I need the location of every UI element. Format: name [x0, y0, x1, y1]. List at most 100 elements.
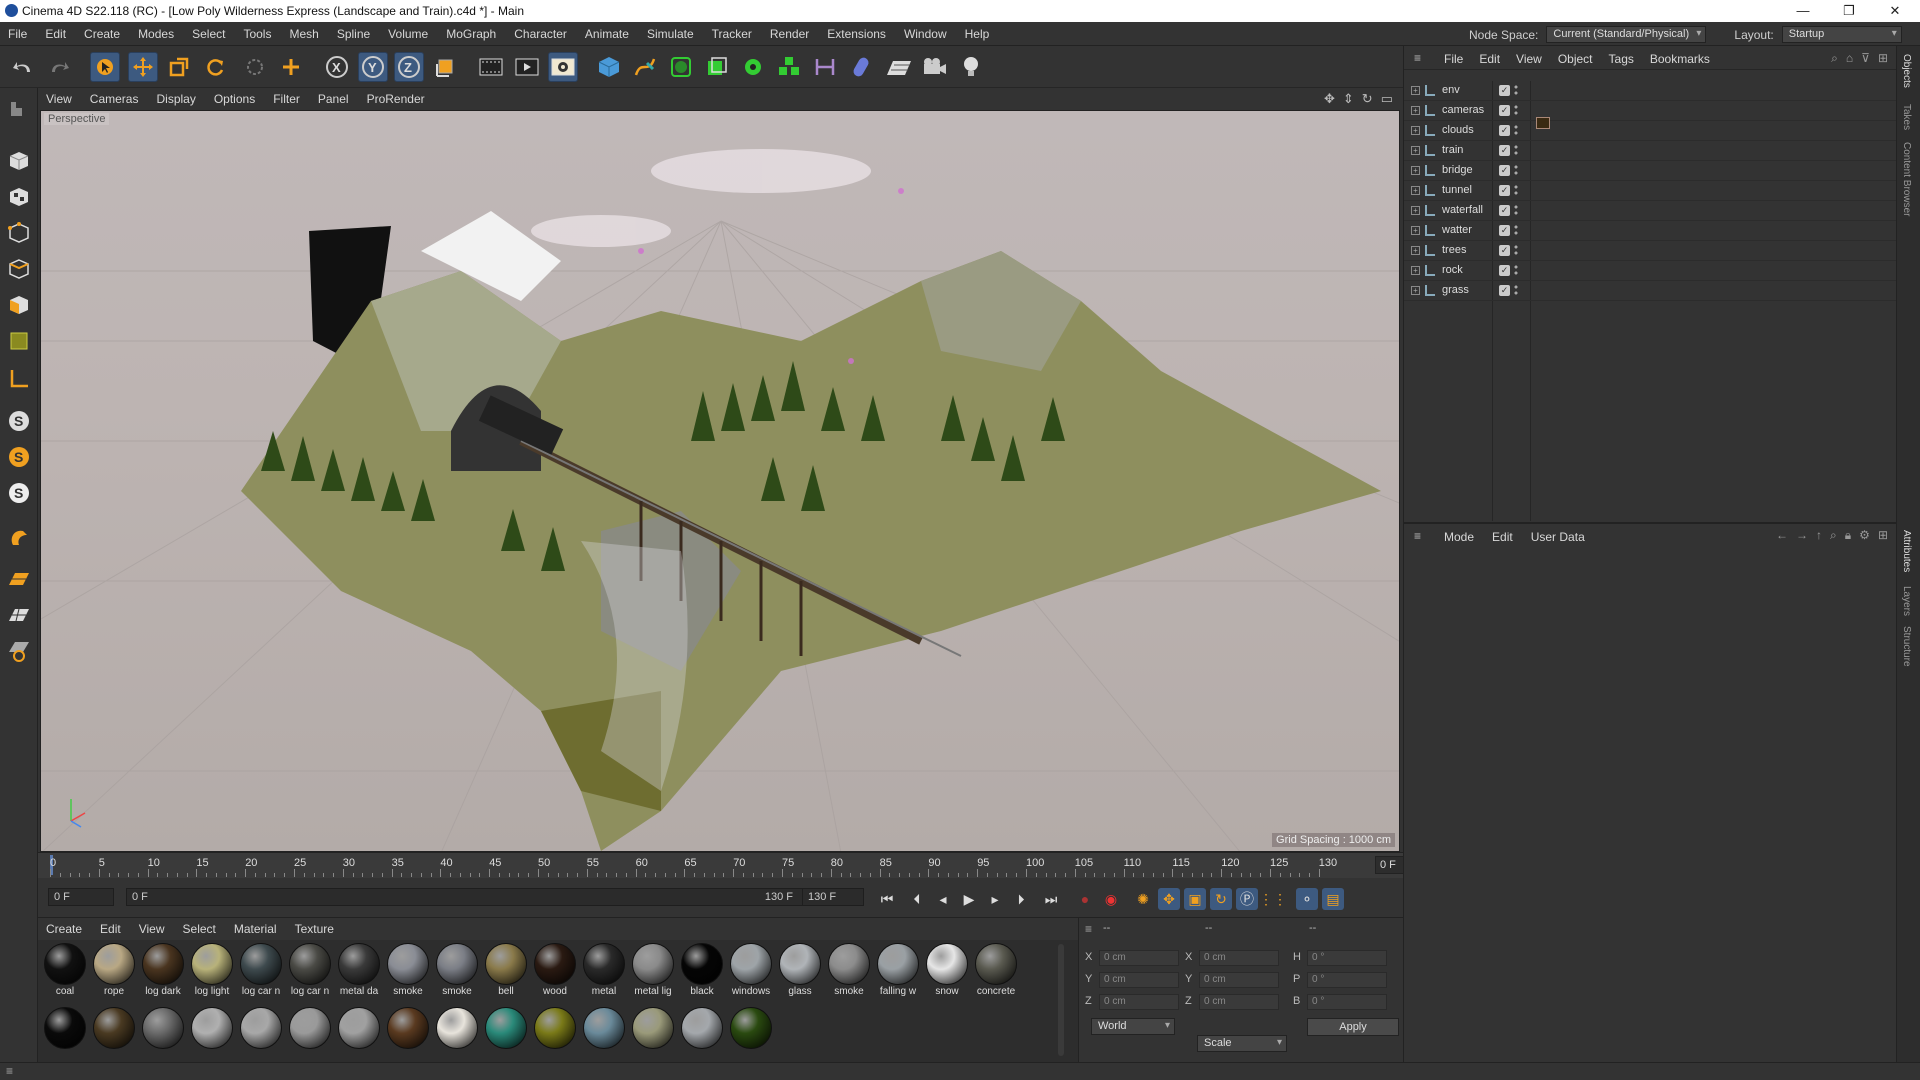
new-window-icon[interactable]: ⊞ [1878, 528, 1888, 543]
object-row-cameras[interactable]: + cameras ✓ [1404, 101, 1897, 121]
material-swatch[interactable] [287, 1006, 333, 1062]
uv-mode-icon[interactable] [4, 326, 34, 356]
next-frame-icon[interactable]: ▸ [984, 888, 1006, 910]
viewport-menu-item-1[interactable]: Cameras [90, 92, 139, 106]
visibility-checkbox[interactable]: ✓ [1499, 185, 1510, 196]
coord-value-field[interactable]: 0 ° [1307, 994, 1387, 1010]
go-to-end-icon[interactable]: ⏭ [1040, 888, 1062, 910]
material-swatch[interactable]: coal [42, 942, 88, 998]
tab-takes[interactable]: Takes [1901, 104, 1912, 130]
object-menu-item-1[interactable]: Edit [1479, 52, 1500, 66]
visibility-checkbox[interactable]: ✓ [1499, 225, 1510, 236]
keyframe-selection-icon[interactable]: ✺ [1132, 888, 1154, 910]
live-selection-icon[interactable] [240, 52, 270, 82]
light-bulb-icon[interactable] [956, 52, 986, 82]
dolly-icon[interactable]: ⇕ [1343, 91, 1354, 107]
viewport-menu-item-6[interactable]: ProRender [367, 92, 425, 106]
object-row-clouds[interactable]: + clouds ✓ [1404, 121, 1897, 141]
extrude-generator-icon[interactable] [702, 52, 732, 82]
visibility-checkbox[interactable]: ✓ [1499, 145, 1510, 156]
expand-icon[interactable]: + [1411, 106, 1420, 115]
material-swatch[interactable] [532, 1006, 578, 1062]
material-menu-item-2[interactable]: View [139, 922, 165, 936]
attribute-menu-item-0[interactable]: Mode [1444, 530, 1474, 544]
play-icon[interactable]: ▶ [958, 888, 980, 910]
coordinate-space-dropdown[interactable]: World [1091, 1018, 1175, 1035]
timeline-ruler[interactable]: 0 5 10 15 20 25 30 35 40 45 50 55 60 65 70 75 80 85 90 95 10… [38, 852, 1435, 878]
material-menu-item-0[interactable]: Create [46, 922, 82, 936]
material-swatch[interactable] [728, 1006, 774, 1062]
cloner-icon[interactable] [738, 52, 768, 82]
cube-object-icon[interactable] [594, 52, 624, 82]
menu-item-7[interactable]: Spline [337, 27, 370, 41]
expand-icon[interactable]: + [1411, 186, 1420, 195]
autokey-icon[interactable]: ◉ [1100, 888, 1122, 910]
locked-workplane-icon[interactable] [4, 522, 34, 552]
go-to-start-icon[interactable]: ⏮ [876, 888, 898, 910]
material-swatch[interactable] [238, 1006, 284, 1062]
menu-item-10[interactable]: Character [514, 27, 567, 41]
menu-item-0[interactable]: File [8, 27, 27, 41]
frame-range-slider[interactable]: 0 F 130 F [126, 888, 806, 906]
visibility-dots-icon[interactable] [1514, 284, 1518, 297]
x-axis-lock-icon[interactable]: X [322, 52, 352, 82]
settings-icon[interactable]: ⚙ [1859, 528, 1870, 543]
menu-item-9[interactable]: MoGraph [446, 27, 496, 41]
record-icon[interactable]: ● [1074, 888, 1096, 910]
workplane-rotate-icon[interactable] [4, 636, 34, 666]
visibility-checkbox[interactable]: ✓ [1499, 205, 1510, 216]
previous-frame-icon[interactable]: ◂ [932, 888, 954, 910]
material-swatch[interactable] [336, 1006, 382, 1062]
grid-workplane-icon[interactable] [4, 600, 34, 630]
render-region-icon[interactable] [476, 52, 506, 82]
select-arrow-icon[interactable] [90, 52, 120, 82]
layout-dropdown[interactable]: Startup [1781, 26, 1902, 43]
redo-icon[interactable] [44, 52, 74, 82]
object-menu-item-3[interactable]: Object [1558, 52, 1593, 66]
menu-item-12[interactable]: Simulate [647, 27, 694, 41]
key-pla-icon[interactable]: ⋮⋮ [1259, 888, 1287, 910]
object-row-tunnel[interactable]: + tunnel ✓ [1404, 181, 1897, 201]
material-swatch[interactable]: log dark [140, 942, 186, 998]
viewport-menu-item-0[interactable]: View [46, 92, 72, 106]
back-arrow-icon[interactable]: ← [1776, 528, 1788, 543]
menu-item-6[interactable]: Mesh [289, 27, 318, 41]
visibility-dots-icon[interactable] [1514, 224, 1518, 237]
coordinate-system-icon[interactable] [430, 52, 460, 82]
material-swatch[interactable] [42, 1006, 88, 1062]
object-row-trees[interactable]: + trees ✓ [1404, 241, 1897, 261]
tab-objects[interactable]: Objects [1901, 54, 1912, 88]
material-swatch[interactable] [385, 1006, 431, 1062]
axis-mode-icon[interactable] [4, 364, 34, 394]
apply-button[interactable]: Apply [1307, 1018, 1399, 1036]
material-swatch[interactable]: log light [189, 942, 235, 998]
filter-icon[interactable]: ⊽ [1861, 51, 1870, 66]
expand-icon[interactable]: + [1411, 146, 1420, 155]
key-scale-icon[interactable]: ▣ [1184, 888, 1206, 910]
z-axis-lock-icon[interactable]: Z [394, 52, 424, 82]
object-row-grass[interactable]: + grass ✓ [1404, 281, 1897, 301]
visibility-dots-icon[interactable] [1514, 184, 1518, 197]
menu-item-1[interactable]: Edit [45, 27, 66, 41]
interpolation-icon[interactable]: ⚬ [1296, 888, 1318, 910]
render-view-icon[interactable] [512, 52, 542, 82]
expand-icon[interactable]: + [1411, 246, 1420, 255]
visibility-dots-icon[interactable] [1514, 244, 1518, 257]
camera-icon[interactable] [920, 52, 950, 82]
visibility-checkbox[interactable]: ✓ [1499, 85, 1510, 96]
polygons-mode-icon[interactable] [4, 290, 34, 320]
menu-item-13[interactable]: Tracker [712, 27, 752, 41]
material-swatch[interactable] [91, 1006, 137, 1062]
floor-environment-icon[interactable] [884, 52, 914, 82]
visibility-checkbox[interactable]: ✓ [1499, 165, 1510, 176]
coord-value-field[interactable]: 0 cm [1099, 972, 1179, 988]
menu-item-15[interactable]: Extensions [827, 27, 886, 41]
visibility-dots-icon[interactable] [1514, 104, 1518, 117]
timeline-window-icon[interactable]: ▤ [1322, 888, 1344, 910]
expand-icon[interactable]: + [1411, 166, 1420, 175]
minimize-button[interactable]: — [1780, 0, 1826, 22]
search-icon[interactable]: ⌕ [1831, 51, 1838, 66]
object-row-watter[interactable]: + watter ✓ [1404, 221, 1897, 241]
coordinate-mode-dropdown[interactable]: Scale [1197, 1035, 1287, 1052]
field-capsule-icon[interactable] [846, 52, 876, 82]
